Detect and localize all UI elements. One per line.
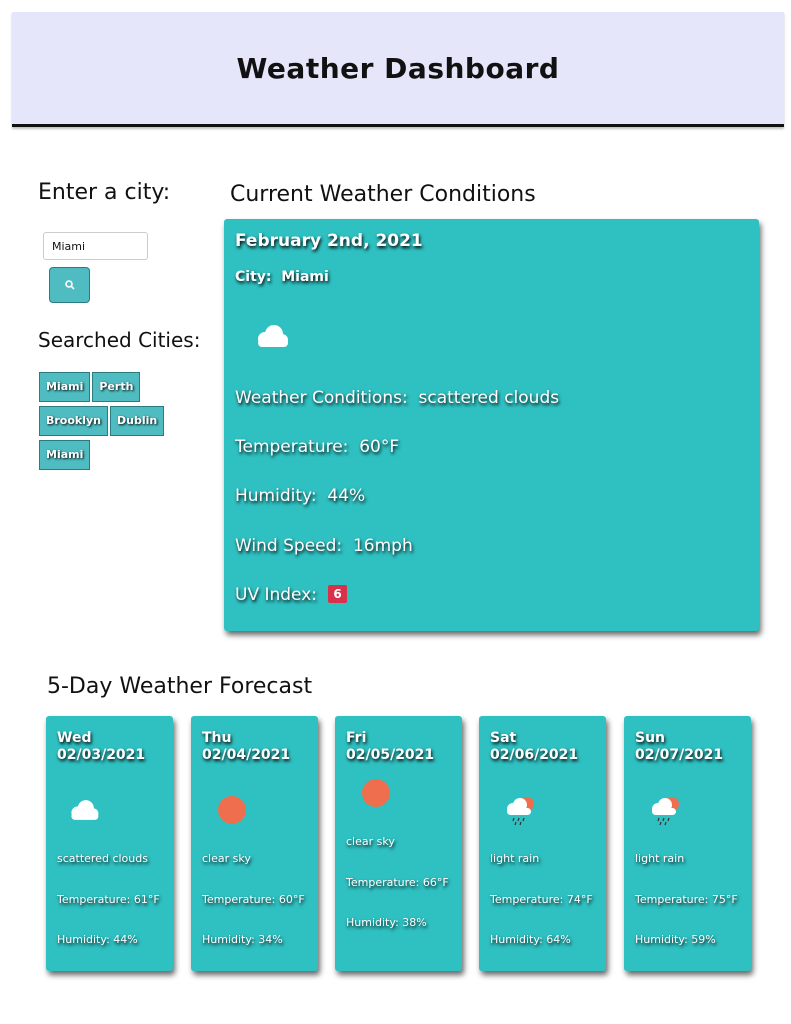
search-button[interactable]	[49, 267, 90, 303]
city-search-input[interactable]	[43, 232, 148, 260]
forecast-date: Fri 02/05/2021	[346, 730, 435, 763]
forecast-temperature: Temperature: 66°F	[346, 876, 449, 889]
page-header: Weather Dashboard	[12, 12, 784, 127]
cloud-icon	[66, 798, 102, 826]
city-button-brooklyn[interactable]: Brooklyn	[39, 406, 109, 436]
forecast-description: scattered clouds	[57, 852, 148, 865]
forecast-date: Wed 02/03/2021	[57, 730, 146, 763]
forecast-description: light rain	[490, 852, 540, 865]
forecast-temperature: Temperature: 74°F	[490, 893, 593, 906]
forecast-title: 5-Day Weather Forecast	[47, 674, 313, 699]
city-button-dublin[interactable]: Dublin	[110, 406, 165, 436]
sun-icon	[361, 778, 391, 812]
rain-icon	[648, 794, 682, 830]
current-weather-card: February 2nd, 2021 City: Miami Weather C…	[224, 219, 759, 631]
forecast-description: clear sky	[346, 835, 395, 848]
temperature-value: 60°F	[359, 437, 400, 457]
humidity-row: Humidity: 44%	[235, 486, 365, 506]
page-title: Weather Dashboard	[236, 51, 560, 85]
wind-value: 16mph	[352, 536, 413, 556]
current-weather-title: Current Weather Conditions	[230, 182, 536, 207]
uv-row: UV Index: 6	[235, 585, 347, 605]
wind-row: Wind Speed: 16mph	[235, 536, 413, 556]
forecast-temperature: Temperature: 61°F	[57, 893, 160, 906]
city-value: Miami	[281, 269, 329, 285]
forecast-humidity: Humidity: 59%	[635, 933, 716, 946]
forecast-card: Thu 02/04/2021 clear sky Temperature: 60…	[191, 716, 318, 971]
cloud-icon	[252, 323, 292, 353]
forecast-temperature: Temperature: 60°F	[202, 893, 305, 906]
city-button-miami-2[interactable]: Miami	[39, 440, 91, 470]
forecast-card: Wed 02/03/2021 scattered clouds Temperat…	[46, 716, 173, 971]
wind-label: Wind Speed:	[235, 536, 343, 556]
forecast-humidity: Humidity: 64%	[490, 933, 571, 946]
temperature-row: Temperature: 60°F	[235, 437, 399, 457]
forecast-description: clear sky	[202, 852, 251, 865]
forecast-date: Sun 02/07/2021	[635, 730, 724, 763]
forecast-card: Sat 02/06/2021 light rain Temperature: 7…	[479, 716, 606, 971]
humidity-value: 44%	[327, 486, 366, 506]
conditions-value: scattered clouds	[418, 388, 560, 408]
searched-cities-list: Miami PerthBrooklyn DublinMiami	[39, 372, 197, 474]
forecast-card: Sun 02/07/2021 light rain Temperature: 7…	[624, 716, 751, 971]
forecast-date: Sat 02/06/2021	[490, 730, 579, 763]
uv-label: UV Index:	[235, 585, 318, 605]
forecast-temperature: Temperature: 75°F	[635, 893, 738, 906]
conditions-row: Weather Conditions: scattered clouds	[235, 388, 559, 408]
forecast-card: Fri 02/05/2021 clear sky Temperature: 66…	[335, 716, 462, 971]
city-label: City:	[235, 269, 272, 285]
forecast-humidity: Humidity: 38%	[346, 916, 427, 929]
forecast-humidity: Humidity: 34%	[202, 933, 283, 946]
rain-icon	[503, 794, 537, 830]
enter-city-label: Enter a city:	[38, 180, 171, 205]
searched-cities-label: Searched Cities:	[38, 328, 201, 352]
forecast-date: Thu 02/04/2021	[202, 730, 291, 763]
city-button-perth[interactable]: Perth	[92, 372, 141, 402]
search-icon	[64, 280, 75, 290]
current-date: February 2nd, 2021	[235, 231, 423, 251]
forecast-humidity: Humidity: 44%	[57, 933, 138, 946]
forecast-description: light rain	[635, 852, 685, 865]
current-city: City: Miami	[235, 269, 329, 285]
temperature-label: Temperature:	[235, 437, 349, 457]
sun-icon	[217, 795, 247, 829]
humidity-label: Humidity:	[235, 486, 317, 506]
conditions-label: Weather Conditions:	[235, 388, 408, 408]
uv-index-badge: 6	[328, 585, 347, 603]
city-button-miami[interactable]: Miami	[39, 372, 91, 402]
